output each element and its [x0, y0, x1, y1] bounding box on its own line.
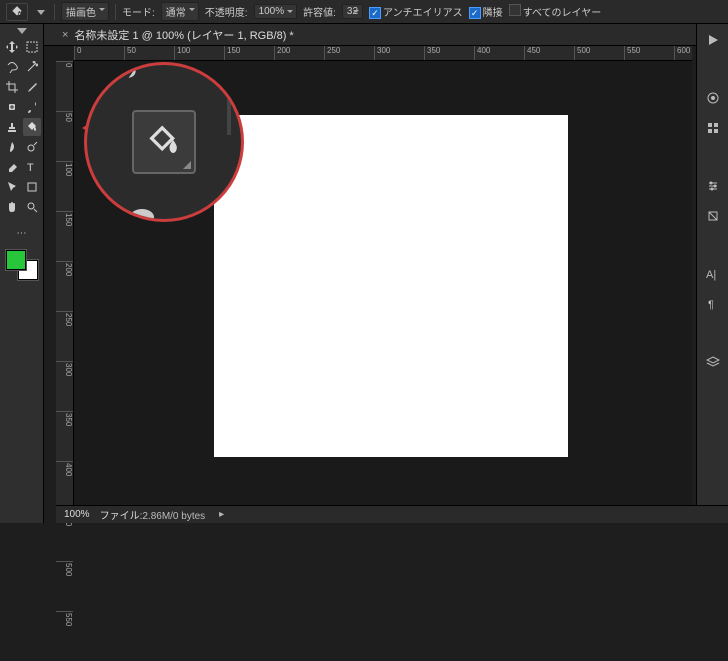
- path-select-tool[interactable]: [3, 178, 21, 196]
- fill-source-select[interactable]: 描画色: [61, 2, 109, 21]
- status-bar: 100% ファイル:2.86M/0 bytes ▸: [56, 505, 728, 523]
- right-panel-dock: A| ¶: [696, 24, 728, 505]
- document-tab-bar: × 名称未設定 1 @ 100% (レイヤー 1, RGB/8) *: [0, 24, 728, 46]
- brush-tool[interactable]: [23, 98, 41, 116]
- color-wheel-icon[interactable]: [705, 90, 721, 106]
- svg-text:T: T: [27, 162, 34, 173]
- edit-toolbar[interactable]: ⋯: [13, 224, 31, 242]
- svg-text:A|: A|: [706, 269, 716, 281]
- callout-magnifier: [84, 62, 244, 222]
- marquee-tool[interactable]: [23, 38, 41, 56]
- mode-select[interactable]: 通常: [161, 2, 199, 21]
- wand-tool[interactable]: [23, 58, 41, 76]
- file-info[interactable]: ファイル:2.86M/0 bytes: [100, 507, 206, 522]
- opacity-label: 不透明度:: [205, 4, 248, 19]
- options-bar: 描画色 モード: 通常 不透明度: 100% 許容値: 32 ✓アンチエイリアス…: [0, 0, 728, 24]
- contiguous-checkbox[interactable]: ✓隣接: [469, 4, 503, 20]
- mode-label: モード:: [122, 4, 155, 19]
- dodge-tool[interactable]: [23, 138, 41, 156]
- lasso-tool[interactable]: [3, 58, 21, 76]
- paint-bucket-icon: [10, 5, 24, 19]
- zoom-tool[interactable]: [23, 198, 41, 216]
- character-panel-icon[interactable]: A|: [705, 266, 721, 282]
- blur-tool[interactable]: [3, 138, 21, 156]
- antialias-checkbox[interactable]: ✓アンチエイリアス: [369, 4, 463, 20]
- color-swatches[interactable]: [6, 250, 38, 280]
- eyedropper-tool[interactable]: [23, 78, 41, 96]
- panel-edge-icon: [221, 85, 237, 135]
- document-title: 名称未設定 1 @ 100% (レイヤー 1, RGB/8) *: [74, 27, 293, 43]
- all-layers-checkbox[interactable]: すべてのレイヤー: [509, 4, 602, 19]
- paint-bucket-icon: [142, 120, 186, 164]
- move-tool[interactable]: [3, 38, 21, 56]
- type-tool[interactable]: T: [23, 158, 41, 176]
- svg-text:¶: ¶: [708, 299, 714, 310]
- ruler-horizontal: 0501001502002503003504004505005506006507…: [74, 46, 692, 61]
- swatches-panel-icon[interactable]: [705, 120, 721, 136]
- shape-tool[interactable]: [23, 178, 41, 196]
- document-canvas[interactable]: [214, 115, 568, 457]
- styles-icon[interactable]: [705, 208, 721, 224]
- toolbox: T ⋯: [0, 24, 44, 523]
- paragraph-panel-icon[interactable]: ¶: [705, 296, 721, 312]
- crop-tool[interactable]: [3, 78, 21, 96]
- heal-tool[interactable]: [3, 98, 21, 116]
- zoom-level[interactable]: 100%: [64, 509, 90, 520]
- layers-panel-icon[interactable]: [705, 354, 721, 370]
- toolbox-menu[interactable]: [17, 28, 27, 34]
- hand-tool[interactable]: [3, 198, 21, 216]
- current-tool-indicator[interactable]: [6, 3, 28, 21]
- brush-icon: [89, 62, 145, 105]
- document-tab[interactable]: × 名称未設定 1 @ 100% (レイヤー 1, RGB/8) *: [56, 27, 300, 43]
- tolerance-label: 許容値:: [303, 4, 336, 19]
- foreground-color-swatch[interactable]: [6, 250, 26, 270]
- stamp-tool[interactable]: [3, 118, 21, 136]
- tool-preset-dropdown[interactable]: [34, 5, 48, 19]
- adjustments-icon[interactable]: [705, 178, 721, 194]
- tolerance-input[interactable]: 32: [342, 4, 363, 19]
- close-icon[interactable]: ×: [62, 29, 68, 41]
- chevron-right-icon[interactable]: ▸: [219, 509, 224, 520]
- opacity-select[interactable]: 100%: [254, 4, 298, 19]
- paint-bucket-tool[interactable]: [23, 118, 41, 136]
- eraser-tool[interactable]: [3, 158, 21, 176]
- paint-bucket-tool-large: [132, 110, 196, 174]
- play-icon[interactable]: [705, 32, 721, 48]
